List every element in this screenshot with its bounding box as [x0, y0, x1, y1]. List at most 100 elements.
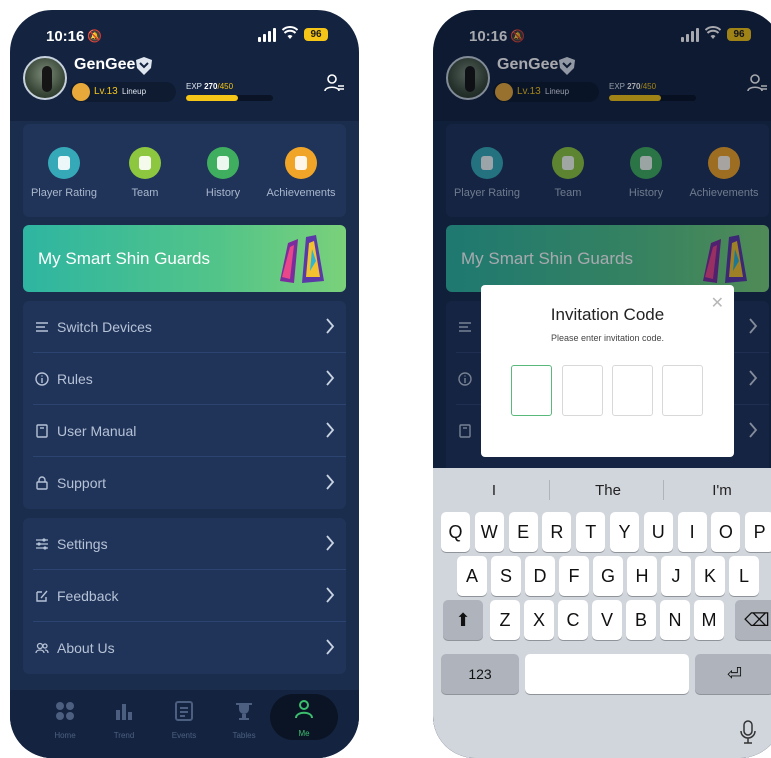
battery-icon: 96	[304, 28, 328, 41]
key-l[interactable]: L	[729, 556, 759, 596]
tab-label: Trend	[113, 731, 135, 740]
key-p[interactable]: P	[745, 512, 771, 552]
key-d[interactable]: D	[525, 556, 555, 596]
code-digit-2[interactable]	[562, 365, 603, 416]
key-v[interactable]: V	[592, 600, 622, 640]
signal-icon	[258, 28, 278, 42]
exp-progress-fill	[186, 95, 239, 101]
key-s[interactable]: S	[491, 556, 521, 596]
achievements-icon	[285, 147, 317, 179]
menu-item-label: Feedback	[57, 588, 119, 604]
delete-key[interactable]: ⌫	[735, 600, 771, 640]
key-c[interactable]: C	[558, 600, 588, 640]
menu-item-label: About Us	[57, 640, 115, 656]
quick-action-label: Achievements	[266, 187, 336, 199]
menu-item-feedback[interactable]: Feedback	[23, 570, 346, 622]
key-h[interactable]: H	[627, 556, 657, 596]
key-t[interactable]: T	[576, 512, 606, 552]
key-j[interactable]: J	[661, 556, 691, 596]
edit-icon	[36, 590, 48, 602]
suggestion-divider	[663, 480, 664, 500]
tab-events[interactable]: Events	[154, 700, 214, 740]
key-w[interactable]: W	[474, 512, 504, 552]
shin-guards-banner[interactable]: My Smart Shin Guards	[23, 225, 346, 292]
lock-icon	[36, 476, 48, 490]
key-f[interactable]: F	[559, 556, 589, 596]
player-rating-icon	[48, 147, 80, 179]
username: GenGee	[74, 56, 136, 73]
tab-me[interactable]: Me	[270, 694, 338, 740]
suggestion-1[interactable]: I	[437, 482, 551, 499]
key-a[interactable]: A	[457, 556, 487, 596]
chevron-right-icon	[326, 370, 335, 386]
key-m[interactable]: M	[694, 600, 724, 640]
menu-item-switch-devices[interactable]: Switch Devices	[23, 301, 346, 353]
key-g[interactable]: G	[593, 556, 623, 596]
suggestion-divider	[549, 480, 550, 500]
key-o[interactable]: O	[711, 512, 741, 552]
space-key[interactable]	[525, 654, 689, 694]
quick-action-achievements[interactable]: Achievements	[261, 147, 341, 199]
menu-item-support[interactable]: Support	[23, 457, 346, 509]
chevron-right-icon	[326, 535, 335, 551]
key-r[interactable]: R	[542, 512, 572, 552]
profile-settings-icon[interactable]	[323, 72, 345, 94]
tab-label: Me	[298, 729, 310, 738]
key-k[interactable]: K	[695, 556, 725, 596]
menu-item-label: Support	[57, 475, 107, 491]
level-value: Lv.13	[94, 86, 118, 97]
menu-item-user-manual[interactable]: User Manual	[23, 405, 346, 457]
numbers-key[interactable]: 123	[441, 654, 519, 694]
suggestion-3[interactable]: I'm	[665, 482, 771, 499]
key-e[interactable]: E	[508, 512, 538, 552]
exp-max: /450	[217, 82, 234, 91]
chevron-right-icon	[326, 639, 335, 655]
code-digit-4[interactable]	[662, 365, 703, 416]
exp-progress-bar	[186, 95, 273, 101]
menu-group-1: Switch Devices Rules User Manual Support	[23, 301, 346, 509]
switch-icon	[36, 322, 48, 332]
key-x[interactable]: X	[524, 600, 554, 640]
tab-home[interactable]: Home	[35, 700, 95, 740]
events-icon	[175, 701, 193, 721]
phone-profile-screen: 10:16 🔕 96 GenGee Lv.13 Lineup EXP 270/4…	[10, 10, 359, 758]
key-i[interactable]: I	[677, 512, 707, 552]
suggestion-2[interactable]: The	[551, 482, 665, 499]
team-icon	[129, 147, 161, 179]
history-icon	[207, 147, 239, 179]
menu-item-rules[interactable]: Rules	[23, 353, 346, 405]
key-b[interactable]: B	[626, 600, 656, 640]
tab-trend[interactable]: Trend	[94, 700, 154, 740]
code-digit-1[interactable]	[511, 365, 552, 416]
key-z[interactable]: Z	[490, 600, 520, 640]
mute-icon: 🔕	[87, 29, 102, 43]
wifi-icon	[281, 26, 299, 43]
close-icon[interactable]: ✕	[711, 293, 724, 313]
quick-action-label: Player Rating	[30, 187, 98, 199]
quick-action-team[interactable]: Team	[105, 147, 185, 199]
menu-item-about-us[interactable]: About Us	[23, 622, 346, 674]
microphone-icon[interactable]	[740, 720, 756, 744]
key-u[interactable]: U	[643, 512, 673, 552]
key-n[interactable]: N	[660, 600, 690, 640]
quick-action-player-rating[interactable]: Player Rating	[24, 147, 104, 199]
chevron-right-icon	[326, 587, 335, 603]
return-key[interactable]: ⏎	[695, 654, 771, 694]
menu-item-settings[interactable]: Settings	[23, 518, 346, 570]
shift-key[interactable]: ⬆	[443, 600, 483, 640]
quick-action-history[interactable]: History	[183, 147, 263, 199]
rank-badge-icon	[136, 57, 152, 75]
key-y[interactable]: Y	[610, 512, 639, 552]
key-q[interactable]: Q	[441, 512, 470, 552]
on-screen-keyboard: I The I'm QWERTYUIOP ASDFGHJKL ZXCVBNM ⬆…	[433, 468, 771, 758]
code-digit-3[interactable]	[612, 365, 653, 416]
manual-icon	[36, 424, 48, 438]
quick-action-label: History	[205, 187, 241, 199]
tab-tables[interactable]: Tables	[214, 700, 274, 740]
chevron-right-icon	[326, 474, 335, 490]
quick-actions-card: Player Rating Team History Achievements	[23, 124, 346, 217]
level-pill: Lv.13 Lineup	[70, 82, 176, 102]
people-icon	[35, 642, 49, 654]
avatar[interactable]	[23, 56, 67, 100]
menu-item-label: Rules	[57, 371, 93, 387]
